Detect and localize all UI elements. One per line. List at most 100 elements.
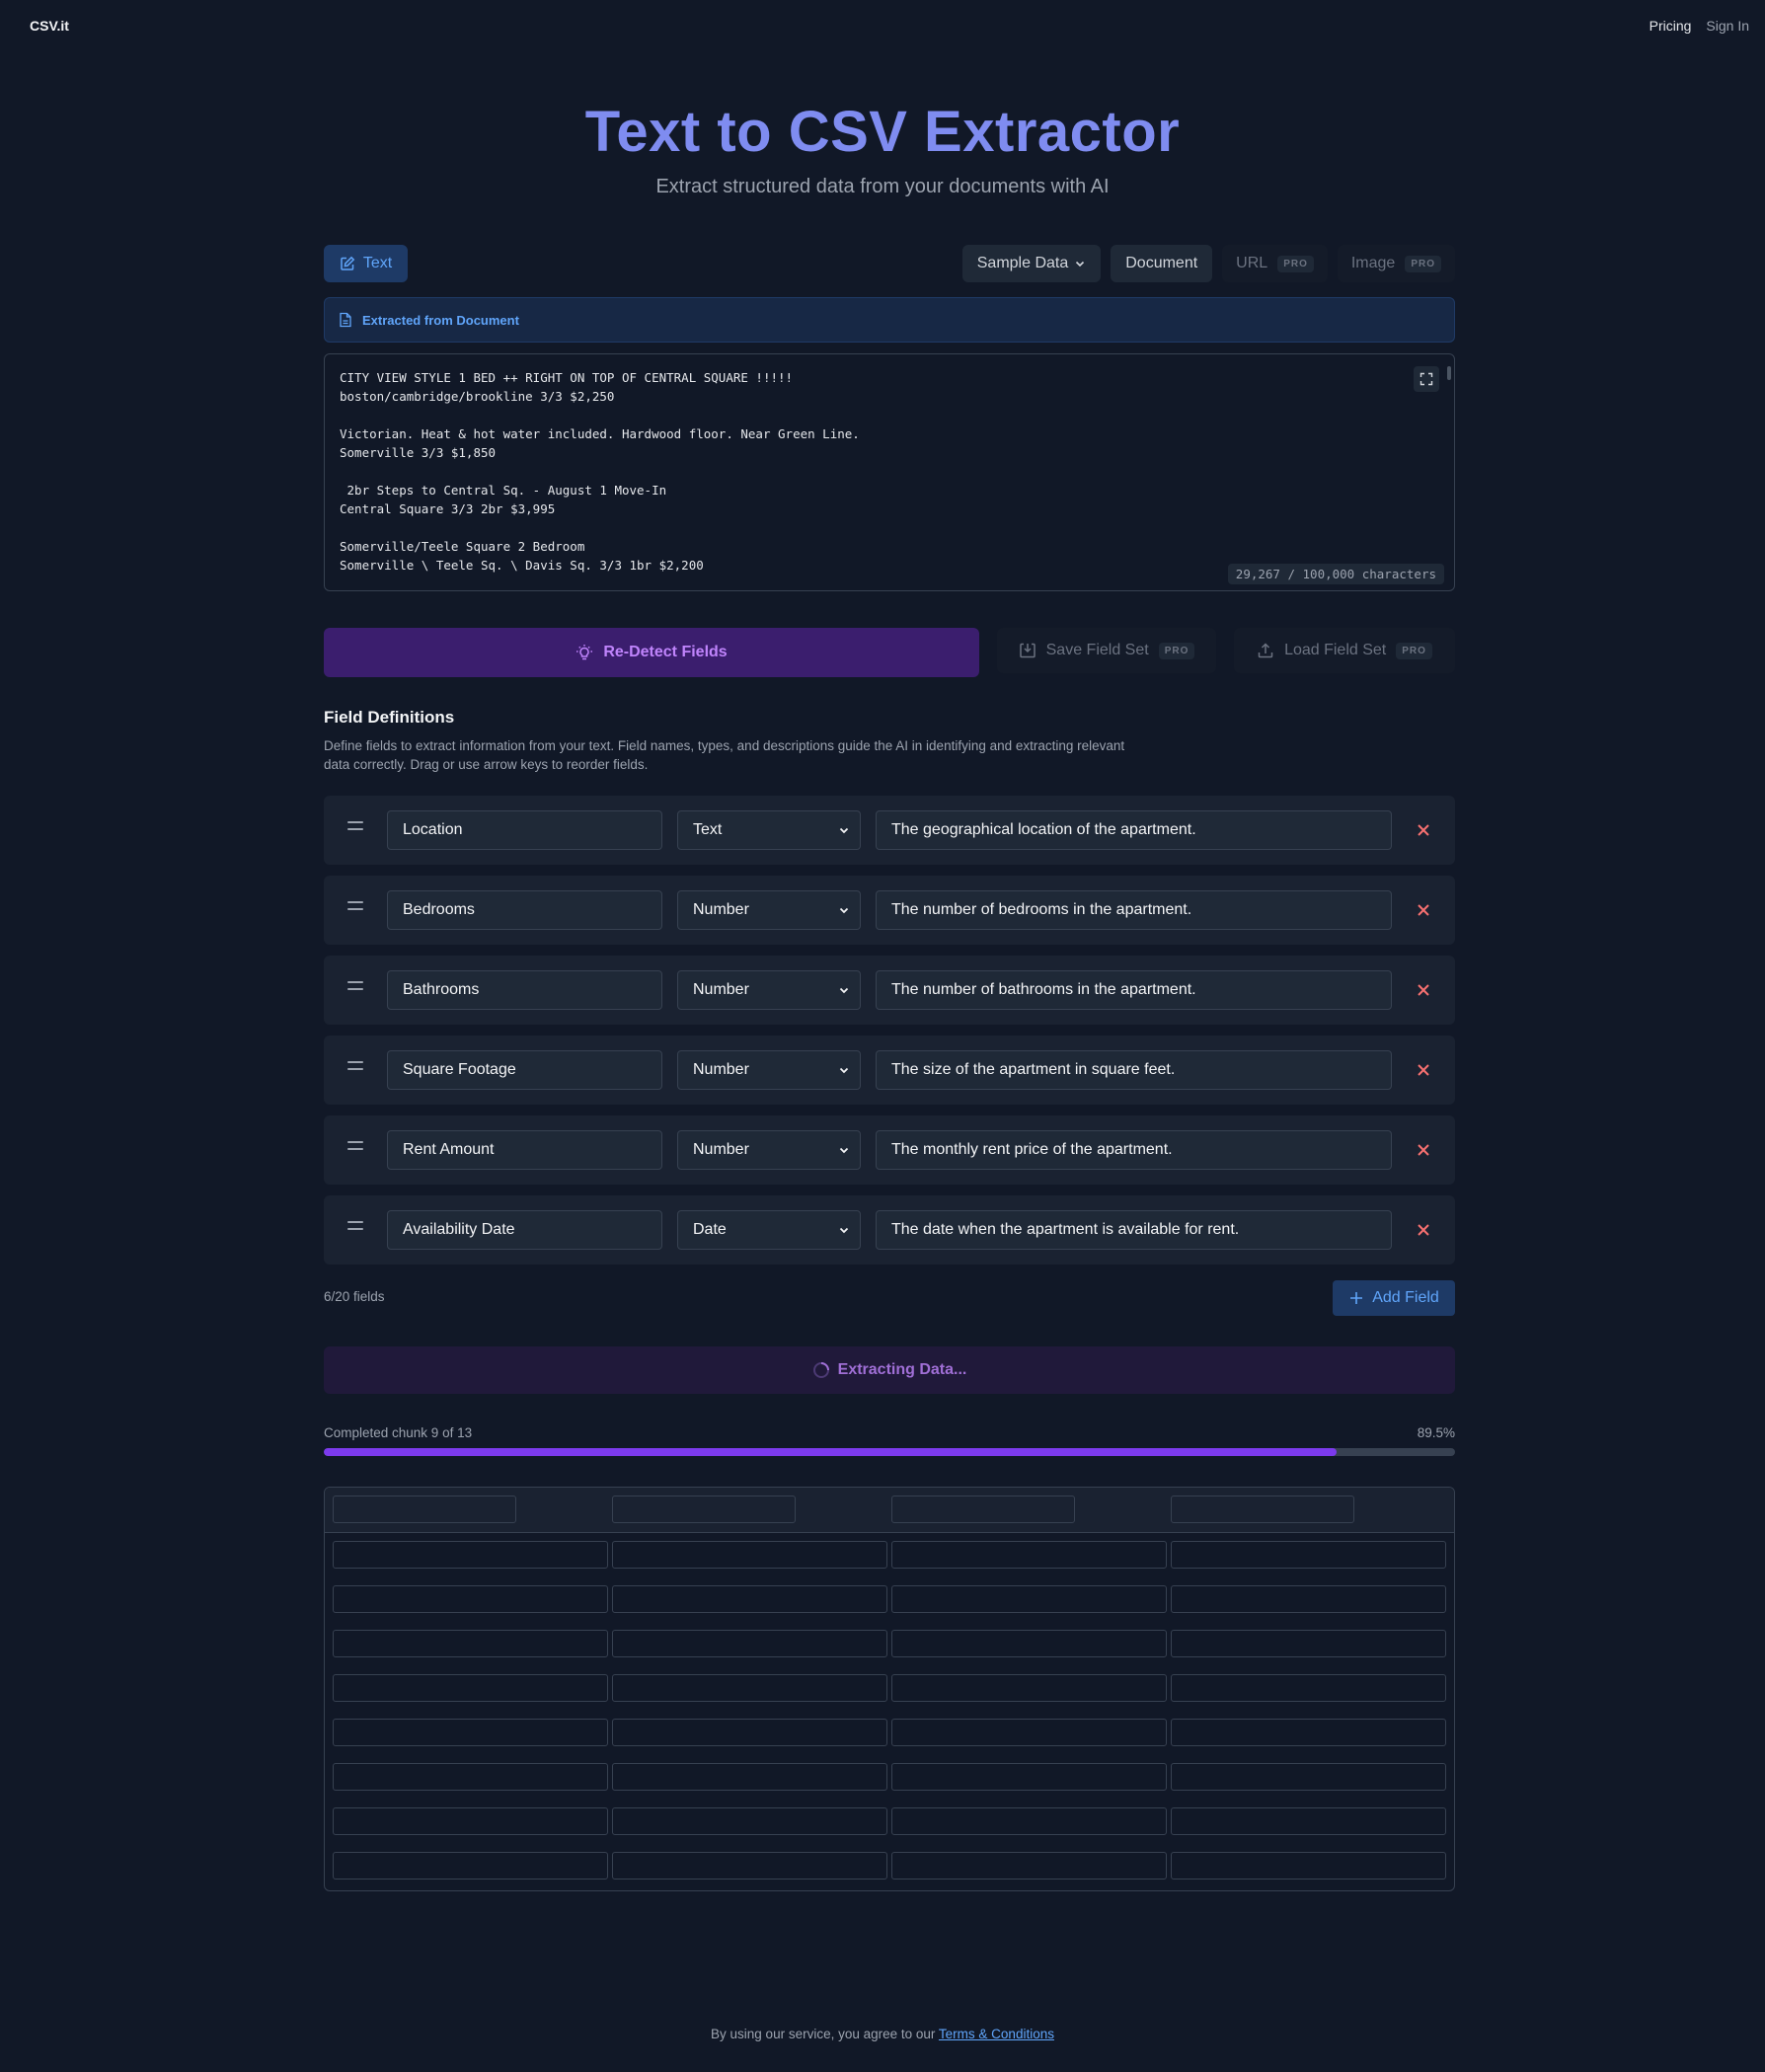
drag-handle-icon[interactable]: [347, 901, 363, 919]
close-icon[interactable]: [1414, 1060, 1433, 1080]
skeleton-header-cell: [333, 1496, 516, 1523]
scrollbar[interactable]: [1447, 366, 1451, 380]
close-icon[interactable]: [1414, 980, 1433, 1000]
close-icon[interactable]: [1414, 820, 1433, 840]
redetect-label: Re-Detect Fields: [603, 644, 728, 660]
field-type-value: Number: [693, 901, 749, 918]
sample-data-label: Sample Data: [976, 255, 1069, 271]
field-row: Rent Amount Number The monthly rent pric…: [324, 1115, 1455, 1185]
skeleton-cell: [891, 1719, 1167, 1746]
skeleton-header-cell: [891, 1496, 1075, 1523]
field-description-input[interactable]: The number of bathrooms in the apartment…: [876, 970, 1392, 1010]
progress-label: Completed chunk 9 of 13: [324, 1425, 473, 1440]
skeleton-cell: [612, 1630, 887, 1657]
field-type-select[interactable]: Number: [677, 970, 861, 1010]
plus-icon: [1350, 1292, 1363, 1304]
terms-link[interactable]: Terms & Conditions: [939, 2027, 1054, 2041]
page-subtitle: Extract structured data from your docume…: [655, 176, 1110, 197]
close-icon[interactable]: [1414, 1140, 1433, 1160]
skeleton-cell: [612, 1852, 887, 1880]
tab-text[interactable]: Text: [324, 245, 408, 282]
drag-handle-icon[interactable]: [347, 981, 363, 999]
skeleton-cell: [1171, 1852, 1446, 1880]
expand-icon: [1420, 372, 1433, 386]
skeleton-cell: [891, 1630, 1167, 1657]
skeleton-cell: [1171, 1763, 1446, 1791]
save-field-set-label: Save Field Set: [1045, 642, 1149, 658]
skeleton-cell: [333, 1807, 608, 1835]
extract-data-button[interactable]: Extracting Data...: [324, 1346, 1455, 1394]
expand-button[interactable]: [1414, 366, 1439, 392]
drag-handle-icon[interactable]: [347, 821, 363, 839]
character-count: 29,267 / 100,000 characters: [1227, 564, 1444, 584]
field-name-input[interactable]: Square Footage: [387, 1050, 662, 1090]
extracted-from-document-banner: Extracted from Document: [324, 297, 1455, 343]
close-icon[interactable]: [1414, 1220, 1433, 1240]
skeleton-cell: [333, 1541, 608, 1569]
pro-badge: PRO: [1158, 642, 1195, 659]
field-description-input[interactable]: The date when the apartment is available…: [876, 1210, 1392, 1250]
chevron-down-icon: [1076, 261, 1085, 268]
tab-document[interactable]: Document: [1111, 245, 1213, 282]
field-name-input[interactable]: Rent Amount: [387, 1130, 662, 1170]
skeleton-cell: [333, 1630, 608, 1657]
field-name-input[interactable]: Availability Date: [387, 1210, 662, 1250]
skeleton-cell: [612, 1674, 887, 1702]
skeleton-cell: [1171, 1719, 1446, 1746]
field-description-input[interactable]: The number of bedrooms in the apartment.: [876, 890, 1392, 930]
close-icon[interactable]: [1414, 900, 1433, 920]
drag-handle-icon[interactable]: [347, 1221, 363, 1239]
field-name-input[interactable]: Location: [387, 810, 662, 850]
sample-data-dropdown[interactable]: Sample Data: [961, 245, 1102, 282]
skeleton-cell: [333, 1674, 608, 1702]
field-name-input[interactable]: Bathrooms: [387, 970, 662, 1010]
field-type-value: Number: [693, 1141, 749, 1158]
lightbulb-icon: [576, 645, 593, 660]
nav-pricing-link[interactable]: Pricing: [1650, 18, 1692, 34]
skeleton-cell: [612, 1541, 887, 1569]
field-description-input[interactable]: The size of the apartment in square feet…: [876, 1050, 1392, 1090]
field-description-input[interactable]: The geographical location of the apartme…: [876, 810, 1392, 850]
field-description-input[interactable]: The monthly rent price of the apartment.: [876, 1130, 1392, 1170]
field-type-select[interactable]: Text: [677, 810, 861, 850]
nav-links: Pricing Sign In: [1650, 18, 1749, 34]
skeleton-cell: [333, 1763, 608, 1791]
tab-text-label: Text: [362, 255, 393, 271]
skeleton-cell: [891, 1674, 1167, 1702]
upload-icon: [1258, 643, 1273, 658]
skeleton-cell: [1171, 1674, 1446, 1702]
load-field-set-button[interactable]: Load Field Set PRO: [1234, 628, 1455, 673]
progress-bar: [324, 1448, 1455, 1456]
tab-document-label: Document: [1125, 255, 1198, 271]
save-field-set-button[interactable]: Save Field Set PRO: [997, 628, 1216, 673]
banner-label: Extracted from Document: [362, 312, 519, 328]
pro-badge: PRO: [1405, 255, 1441, 272]
add-field-button[interactable]: Add Field: [1333, 1280, 1455, 1316]
field-type-select[interactable]: Number: [677, 890, 861, 930]
field-type-select[interactable]: Number: [677, 1130, 861, 1170]
redetect-fields-button[interactable]: Re-Detect Fields: [324, 628, 979, 677]
field-type-value: Text: [693, 821, 723, 838]
text-input-content[interactable]: CITY VIEW STYLE 1 BED ++ RIGHT ON TOP OF…: [340, 368, 1439, 575]
field-type-select[interactable]: Number: [677, 1050, 861, 1090]
skeleton-cell: [1171, 1807, 1446, 1835]
text-input-area[interactable]: CITY VIEW STYLE 1 BED ++ RIGHT ON TOP OF…: [324, 353, 1455, 591]
nav-sign-in-link[interactable]: Sign In: [1706, 18, 1749, 34]
brand-logo[interactable]: CSV.it: [30, 18, 69, 34]
field-row: Bedrooms Number The number of bedrooms i…: [324, 876, 1455, 945]
load-field-set-label: Load Field Set: [1284, 642, 1387, 658]
input-source-tabs: Text Sample Data Document URL PRO Image …: [324, 245, 1455, 282]
skeleton-header-cell: [612, 1496, 796, 1523]
tab-image[interactable]: Image PRO: [1337, 245, 1455, 282]
skeleton-header-cell: [1171, 1496, 1354, 1523]
field-name-input[interactable]: Bedrooms: [387, 890, 662, 930]
tab-url[interactable]: URL PRO: [1222, 245, 1328, 282]
field-row: Location Text The geographical location …: [324, 796, 1455, 865]
skeleton-cell: [1171, 1630, 1446, 1657]
drag-handle-icon[interactable]: [347, 1061, 363, 1079]
drag-handle-icon[interactable]: [347, 1141, 363, 1159]
progress-bar-fill: [324, 1448, 1337, 1456]
skeleton-cell: [612, 1763, 887, 1791]
tab-url-label: URL: [1236, 255, 1268, 271]
field-type-select[interactable]: Date: [677, 1210, 861, 1250]
